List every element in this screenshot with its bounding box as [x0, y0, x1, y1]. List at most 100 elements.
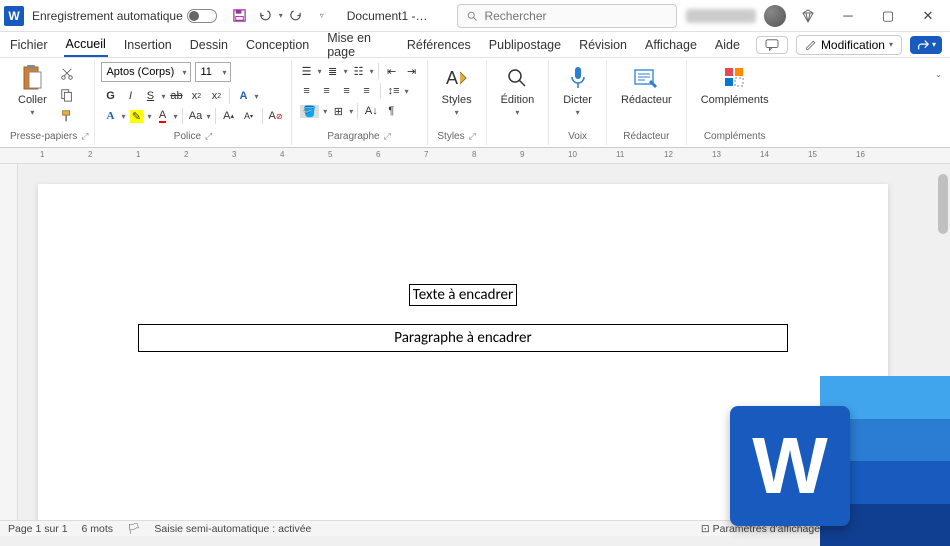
modification-button[interactable]: Modification ▾ [796, 35, 902, 55]
increase-indent-button[interactable]: ⇥ [403, 62, 421, 80]
undo-dropdown[interactable]: ▾ [279, 11, 283, 20]
tab-fichier[interactable]: Fichier [8, 34, 50, 56]
ruler-mark: 12 [664, 150, 673, 159]
qat-customize[interactable]: ▿ [311, 5, 333, 27]
tab-insertion[interactable]: Insertion [122, 34, 174, 56]
group-voice: Dicter▾ Voix [549, 60, 607, 145]
copy-icon [60, 88, 74, 102]
copy-button[interactable] [57, 85, 77, 105]
paragraph-launcher[interactable]: ⤢ [384, 131, 391, 142]
group-addins: Compléments Compléments [687, 60, 783, 145]
ruler-mark: 11 [616, 150, 624, 159]
addins-icon [721, 64, 749, 92]
underline-button[interactable]: S [141, 87, 159, 105]
comments-button[interactable] [756, 36, 788, 54]
clipboard-launcher[interactable]: ⤢ [81, 131, 88, 142]
tab-aide[interactable]: Aide [713, 34, 742, 56]
minimize-button[interactable]: ─ [830, 1, 866, 31]
ruler-mark: 13 [712, 150, 721, 159]
ruler-mark: 2 [184, 150, 188, 159]
tab-publipostage[interactable]: Publipostage [487, 34, 563, 56]
superscript-button[interactable]: x2 [207, 87, 225, 105]
grow-font-button[interactable]: A▴ [220, 107, 238, 125]
italic-button[interactable]: I [121, 87, 139, 105]
diamond-icon[interactable] [790, 1, 826, 31]
share-button[interactable]: ▾ [910, 36, 942, 54]
borders-button[interactable]: ⊞ [329, 102, 347, 120]
ruler-mark: 9 [520, 150, 524, 159]
status-autocomplete[interactable]: Saisie semi-automatique : activée [154, 523, 311, 535]
font-size-combo[interactable]: 11▾ [195, 62, 231, 82]
status-lang-icon[interactable]: 🏳 [127, 522, 140, 535]
group-font: Aptos (Corps)▾ 11▾ G I S▾ ab x2 x2 A▾ A▾… [95, 60, 291, 145]
tab-conception[interactable]: Conception [244, 34, 311, 56]
redo-button[interactable] [285, 5, 307, 27]
tab-accueil[interactable]: Accueil [64, 33, 108, 57]
brush-icon [60, 109, 74, 123]
undo-button[interactable] [255, 5, 277, 27]
font-color-button[interactable]: A [154, 107, 172, 125]
addins-button[interactable]: Compléments [693, 62, 777, 108]
subscript-button[interactable]: x2 [187, 87, 205, 105]
clear-formatting-button[interactable]: A⊘ [267, 107, 285, 125]
horizontal-ruler[interactable]: 1212345678910111213141516 [0, 148, 950, 164]
font-color-outline-button[interactable]: A [101, 107, 119, 125]
tab-mise-en-page[interactable]: Mise en page [325, 27, 391, 63]
search-box[interactable] [457, 4, 677, 28]
styles-launcher[interactable]: ⤢ [469, 131, 476, 142]
ruler-mark: 6 [376, 150, 380, 159]
tab-dessin[interactable]: Dessin [188, 34, 230, 56]
group-clipboard: Coller ▾ Presse-papiers⤢ [4, 60, 95, 145]
align-right-button[interactable]: ≡ [338, 82, 356, 100]
status-page[interactable]: Page 1 sur 1 [8, 523, 68, 535]
justify-button[interactable]: ≡ [358, 82, 376, 100]
highlight-button[interactable]: ✎ [127, 107, 145, 125]
decrease-indent-button[interactable]: ⇤ [383, 62, 401, 80]
framed-paragraph[interactable]: Paragraphe à encadrer [138, 324, 788, 352]
bullets-button[interactable]: ☰ [298, 62, 316, 80]
shading-button[interactable]: 🪣 [298, 102, 322, 120]
autosave-toggle[interactable] [187, 9, 217, 23]
multilevel-list-button[interactable]: ☷ [350, 62, 368, 80]
bold-button[interactable]: G [101, 87, 119, 105]
tab-references[interactable]: Références [405, 34, 473, 56]
shrink-font-button[interactable]: A▾ [240, 107, 258, 125]
save-button[interactable] [229, 5, 251, 27]
close-button[interactable]: ✕ [910, 1, 946, 31]
clipboard-icon [18, 64, 46, 92]
editor-button[interactable]: Rédacteur [613, 62, 680, 108]
search-input[interactable] [484, 9, 668, 23]
ruler-mark: 3 [232, 150, 236, 159]
user-avatar[interactable] [764, 5, 786, 27]
maximize-button[interactable]: ▢ [870, 1, 906, 31]
ruler-mark: 16 [856, 150, 865, 159]
numbering-button[interactable]: ≣ [324, 62, 342, 80]
ribbon-collapse[interactable]: ⌄ [931, 60, 946, 145]
text-effects-button[interactable]: A [234, 87, 252, 105]
cut-button[interactable] [57, 64, 77, 84]
vertical-ruler[interactable] [0, 164, 18, 520]
word-logo-overlay: W [730, 356, 950, 546]
ruler-mark: 15 [808, 150, 817, 159]
status-words[interactable]: 6 mots [82, 523, 114, 535]
change-case-button[interactable]: Aa [187, 107, 205, 125]
align-left-button[interactable]: ≡ [298, 82, 316, 100]
format-painter-button[interactable] [57, 106, 77, 126]
show-marks-button[interactable]: ¶ [382, 102, 400, 120]
strikethrough-button[interactable]: ab [167, 87, 185, 105]
dictate-button[interactable]: Dicter▾ [555, 62, 600, 119]
scrollbar-thumb[interactable] [938, 174, 948, 234]
document-title: Document1 -… [347, 9, 428, 23]
line-spacing-button[interactable]: ↕≡ [385, 82, 403, 100]
framed-text[interactable]: Texte à encadrer [409, 284, 517, 306]
align-center-button[interactable]: ≡ [318, 82, 336, 100]
styles-button[interactable]: A Styles▾ [434, 62, 480, 119]
edition-button[interactable]: Édition▾ [493, 62, 543, 119]
editor-group-label: Rédacteur [623, 131, 669, 142]
sort-button[interactable]: A↓ [362, 102, 380, 120]
paste-button[interactable]: Coller ▾ [10, 62, 55, 119]
tab-affichage[interactable]: Affichage [643, 34, 699, 56]
tab-revision[interactable]: Révision [577, 34, 629, 56]
font-launcher[interactable]: ⤢ [205, 131, 212, 142]
font-name-combo[interactable]: Aptos (Corps)▾ [101, 62, 191, 82]
